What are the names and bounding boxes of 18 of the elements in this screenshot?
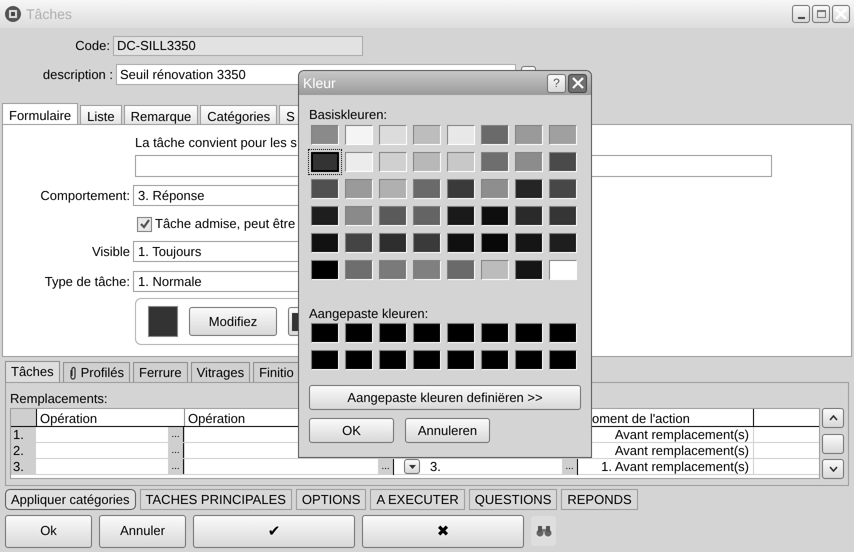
field-label: description : (42, 66, 114, 84)
table-cell: 1. Avant remplacement(s) (578, 459, 754, 474)
field-label: Comportement: (39, 186, 131, 205)
window-title: Tâches (26, 4, 72, 24)
row-number: 1. (11, 427, 36, 442)
field-label: Visible (90, 242, 131, 261)
info-text: La tâche convient pour les s (135, 134, 297, 149)
row-number: 3. (11, 459, 36, 474)
section-label: Basiskleuren: (309, 106, 388, 120)
table-cell-text: 3. (429, 458, 441, 474)
section-label: Remplacements: (10, 390, 108, 404)
dialog-title: Kleur (303, 74, 336, 92)
row-number: 2. (11, 443, 36, 458)
section-label: Aangepaste kleuren: (309, 305, 428, 319)
column-header: Opération (36, 409, 184, 426)
field-label: Code: (74, 37, 111, 56)
checkbox-label: Tâche admise, peut être (155, 215, 296, 234)
field-label: Type de tâche: (44, 272, 131, 291)
